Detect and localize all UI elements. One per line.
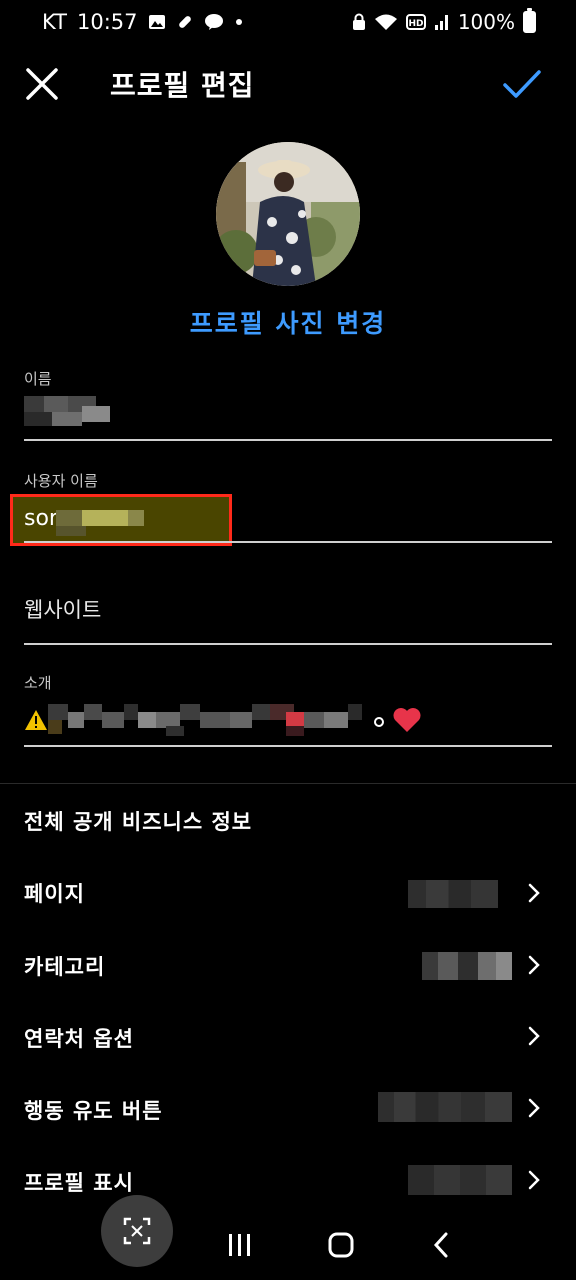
home-icon[interactable] [326, 1222, 356, 1266]
status-bar: KT 10:57 HD 100% [0, 0, 576, 48]
row-cta-label[interactable]: 행동 유도 버튼 [24, 1095, 163, 1125]
chevron-right-icon[interactable] [524, 1024, 544, 1048]
username-label: 사용자 이름 [24, 472, 98, 490]
battery-percent: 100% [457, 10, 515, 34]
row-page-label[interactable]: 페이지 [24, 878, 85, 908]
signal-icon [434, 15, 448, 30]
business-section-title: 전체 공개 비즈니스 정보 [24, 810, 253, 834]
bio-redacted-text [48, 704, 378, 736]
capture-icon [123, 1217, 151, 1245]
website-underline [24, 643, 552, 645]
svg-text:HD: HD [408, 19, 423, 29]
pill-icon [178, 16, 191, 28]
recents-icon[interactable] [226, 1222, 254, 1266]
cta-value-redacted [378, 1092, 512, 1122]
avatar[interactable] [216, 142, 360, 286]
bio-input[interactable] [24, 704, 422, 736]
time-label: 10:57 [76, 10, 138, 34]
carrier-label: KT [42, 10, 67, 34]
row-profile-display-label[interactable]: 프로필 표시 [24, 1167, 134, 1197]
hd-icon: HD [405, 14, 426, 30]
section-divider [0, 783, 576, 784]
chevron-right-icon[interactable] [524, 1168, 544, 1192]
page-value-redacted [408, 880, 498, 908]
talk-icon [204, 14, 223, 30]
chevron-right-icon[interactable] [524, 1096, 544, 1120]
back-icon[interactable] [430, 1222, 454, 1266]
wifi-icon [374, 14, 397, 30]
change-photo-link[interactable]: 프로필 사진 변경 [0, 304, 576, 340]
website-input[interactable]: 웹사이트 [24, 594, 101, 624]
name-underline [24, 439, 552, 441]
row-category-label[interactable]: 카테고리 [24, 951, 105, 981]
chevron-right-icon[interactable] [524, 881, 544, 905]
close-icon[interactable] [20, 62, 64, 106]
gallery-icon [148, 15, 165, 29]
bio-underline [24, 745, 552, 747]
check-icon[interactable] [500, 62, 544, 106]
name-label: 이름 [24, 370, 52, 388]
page-title: 프로필 편집 [110, 69, 255, 102]
warning-icon [25, 710, 47, 730]
category-value-redacted [422, 952, 512, 980]
capture-button[interactable] [101, 1195, 173, 1267]
username-underline [24, 541, 552, 543]
name-input[interactable] [24, 396, 112, 428]
row-contact-label[interactable]: 연락처 옵션 [24, 1023, 134, 1053]
bio-label: 소개 [24, 674, 52, 692]
chevron-right-icon[interactable] [524, 953, 544, 977]
username-input[interactable]: sor [24, 506, 144, 536]
username-value: sor [24, 506, 58, 531]
profile-display-value-redacted [408, 1165, 512, 1195]
avatar-photo [216, 142, 360, 286]
heart-icon [393, 708, 421, 732]
battery-icon [523, 8, 536, 33]
lock-icon [352, 13, 365, 30]
dot-icon [235, 19, 242, 25]
